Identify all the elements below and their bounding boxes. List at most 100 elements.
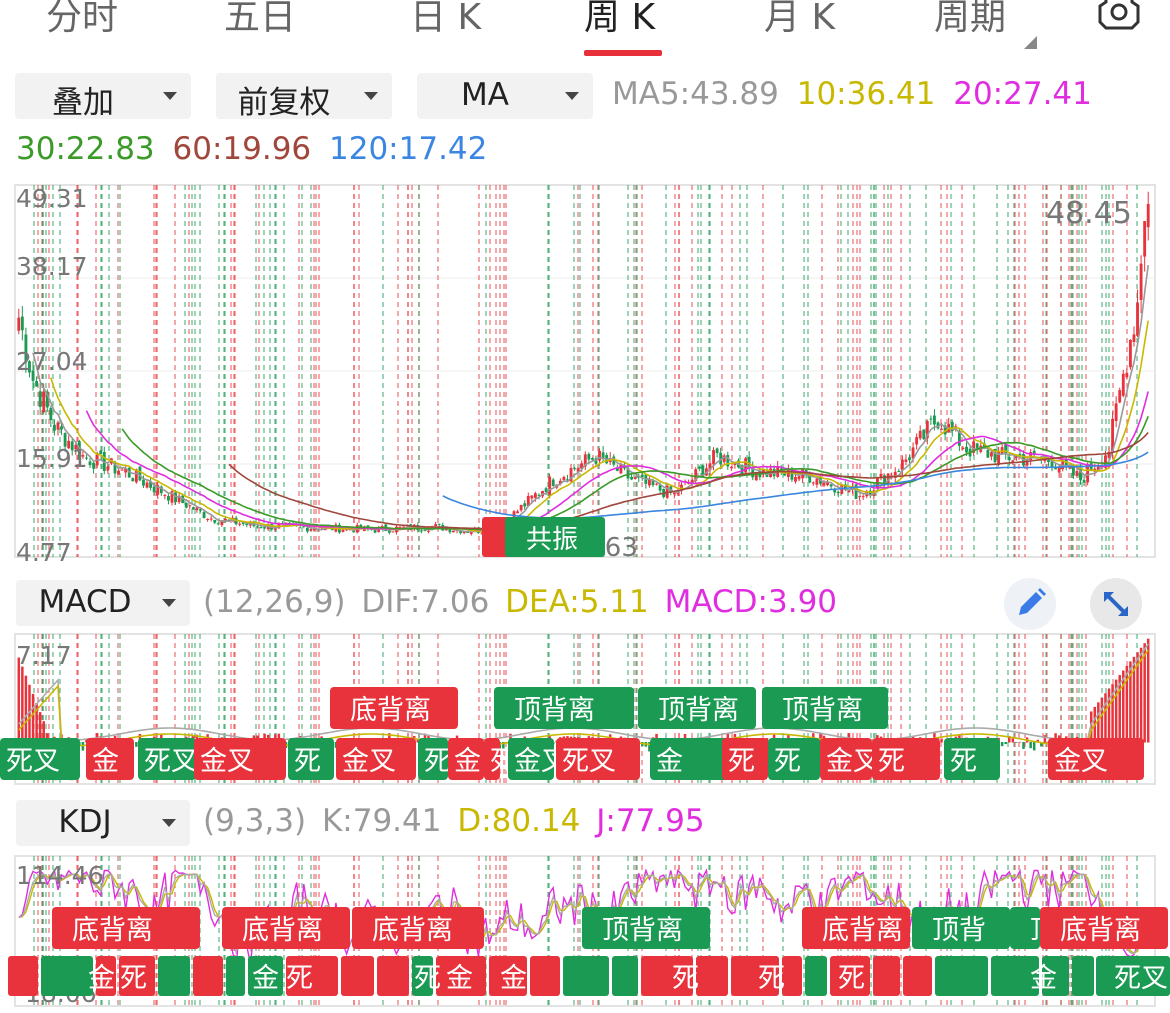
- kdj-cross-tag-label: 金: [88, 963, 115, 994]
- overlay-dropdown[interactable]: 叠加: [15, 73, 191, 121]
- candle-body: [590, 458, 594, 460]
- chevron-down-icon: [162, 599, 176, 607]
- k-value: 79.41: [352, 803, 442, 839]
- macd-histogram-bar: [1143, 643, 1146, 743]
- candle-body: [551, 479, 555, 487]
- candle-body: [152, 486, 156, 493]
- candle-body: [1071, 466, 1075, 476]
- macd-label: MACD:: [664, 584, 768, 620]
- candle-body: [822, 482, 826, 486]
- edit-indicator-button[interactable]: [1004, 578, 1056, 630]
- kdj-cross-tag: [41, 956, 93, 996]
- candle-body: [305, 527, 309, 532]
- candle-body: [940, 428, 943, 430]
- kdj-cross-tag: [1072, 956, 1094, 996]
- d-label: D:: [457, 803, 492, 839]
- kdj-cross-tag: [341, 956, 374, 996]
- candle-body: [209, 518, 213, 520]
- k-label: K:: [321, 803, 353, 839]
- gear-icon[interactable]: [1094, 0, 1144, 36]
- candle-body: [238, 523, 242, 525]
- ma10-label: 10:: [796, 76, 847, 112]
- macd-histogram-bar: [1146, 638, 1150, 743]
- candle-body: [191, 507, 195, 510]
- d-value: 80.14: [491, 803, 581, 839]
- adjust-dropdown[interactable]: 前复权: [216, 73, 392, 121]
- candle-body: [106, 466, 110, 471]
- main-indicator-dropdown[interactable]: MA: [417, 73, 593, 119]
- candle-body: [829, 484, 833, 487]
- ma5-value: 43.89: [690, 76, 779, 112]
- tab-daily-k[interactable]: 日 K: [410, 0, 481, 40]
- price-chart[interactable]: 49.3138.1727.0415.914.7748.455.63共振: [0, 180, 1170, 572]
- candle-body: [587, 453, 591, 460]
- chevron-down-icon: [162, 819, 176, 827]
- candle-body: [961, 447, 965, 450]
- tab-monthly-k[interactable]: 月 K: [764, 0, 835, 40]
- ma60-value: 19.96: [222, 131, 312, 167]
- macd-histogram-bar: [940, 738, 943, 743]
- macd-histogram-bar: [1043, 735, 1047, 743]
- kdj-legend: (9,3,3) K:79.41 D:80.14 J:77.95: [203, 803, 705, 839]
- candle-body: [398, 526, 402, 528]
- kdj-cross-tag: [563, 956, 609, 996]
- candle-body: [672, 492, 676, 495]
- kdj-cross-tag: [612, 956, 638, 996]
- period-dropdown-indicator-icon: [1024, 36, 1037, 49]
- kdj-chart[interactable]: 114.46-18.06金死金死死金金死死死金死叉底背离底背离底背离顶背离底背离…: [0, 854, 1170, 1010]
- candle-body: [715, 448, 719, 454]
- candle-body: [797, 476, 801, 480]
- macd-cross-tag-label: 死叉: [144, 746, 198, 777]
- ma5-label: MA5:: [612, 76, 691, 112]
- candle-body: [259, 527, 263, 529]
- kdj-dropdown-label: KDJ: [58, 804, 112, 840]
- macd-legend: (12,26,9) DIF:7.06 DEA:5.11 MACD:3.90: [203, 584, 837, 620]
- candle-body: [601, 452, 605, 458]
- macd-chart[interactable]: 7.17-2.53死叉金死叉金叉死金叉死金死金叉死叉金死死金叉死死金叉底背离顶背…: [0, 632, 1170, 786]
- ma120-value: 17.42: [398, 131, 488, 167]
- candle-body: [1125, 372, 1129, 378]
- tab-weekly-k[interactable]: 周 K: [584, 0, 655, 40]
- candle-body: [188, 505, 192, 507]
- macd-histogram-bar: [1011, 738, 1015, 743]
- expand-chart-button[interactable]: [1090, 578, 1142, 630]
- kdj-cross-tag: [935, 956, 988, 996]
- kdj-cross-tag: [873, 956, 900, 996]
- candle-body: [915, 437, 919, 445]
- kdj-divergence-tag-label: 顶背: [932, 915, 986, 946]
- candle-body: [263, 527, 267, 529]
- macd-cross-tag-label: 死: [728, 746, 755, 777]
- macd-cross-tag-label: 死: [294, 746, 321, 777]
- macd-divergence-tag-label: 顶背离: [514, 695, 595, 726]
- candle-body: [1114, 403, 1118, 421]
- expand-icon: [1104, 592, 1128, 616]
- candle-body: [533, 493, 537, 498]
- candle-body: [519, 504, 523, 511]
- kdj-divergence-tag-label: 底背离: [1060, 915, 1141, 946]
- macd-histogram-bar: [1100, 697, 1104, 743]
- tab-five-day[interactable]: 五日: [224, 0, 296, 40]
- candle-body: [918, 430, 922, 439]
- macd-histogram-bar: [1022, 742, 1025, 749]
- candle-body: [216, 523, 220, 525]
- candle-body: [52, 424, 56, 431]
- kdj-indicator-dropdown[interactable]: KDJ: [16, 800, 190, 846]
- candle-body: [427, 530, 430, 532]
- candle-body: [908, 457, 911, 461]
- kdj-cross-tag: [782, 956, 802, 996]
- candle-body: [530, 495, 534, 499]
- macd-cross-tag-label: 死: [878, 746, 905, 777]
- candle-body: [88, 461, 92, 466]
- tab-intraday[interactable]: 分时: [46, 0, 118, 40]
- candle-body: [573, 468, 577, 470]
- kdj-cross-tag-label: 死: [758, 963, 785, 994]
- candle-body: [309, 529, 313, 531]
- candle-body: [17, 317, 21, 331]
- candle-body: [904, 459, 908, 462]
- tab-period[interactable]: 周期: [934, 0, 1006, 40]
- candle-body: [1139, 263, 1143, 300]
- macd-indicator-dropdown[interactable]: MACD: [16, 580, 190, 626]
- candle-body: [548, 476, 552, 495]
- candle-body: [712, 450, 715, 465]
- kdj-cross-tag-label: 死: [838, 963, 865, 994]
